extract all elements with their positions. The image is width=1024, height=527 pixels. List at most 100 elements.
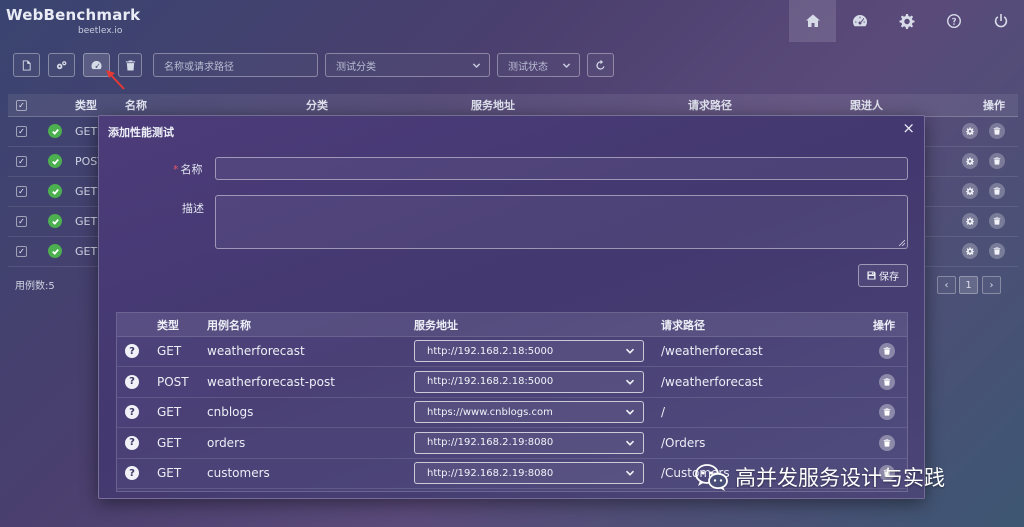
nav-logout-button[interactable] (977, 0, 1024, 42)
gear-icon (966, 217, 974, 225)
close-button[interactable]: × (902, 121, 915, 136)
page-number-button[interactable]: 1 (959, 276, 978, 294)
gear-icon (899, 14, 914, 29)
nav-settings-button[interactable] (883, 0, 930, 42)
row-settings-button[interactable] (962, 123, 978, 139)
add-performance-test-dialog: 添加性能测试 × * 名称 描述 保存 类型 用例名称 服务地址 请求路径 操作 … (98, 115, 925, 499)
name-input[interactable] (215, 157, 908, 180)
status-select[interactable]: 测试状态 (497, 53, 580, 77)
row-type: POST (157, 374, 189, 389)
refresh-button[interactable] (587, 53, 614, 77)
resize-handle-icon[interactable] (899, 240, 905, 246)
settings-group-button[interactable] (48, 53, 75, 77)
row-path: /Orders (661, 435, 706, 450)
category-select[interactable]: 测试分类 (325, 53, 490, 77)
row-type: GET (157, 344, 182, 358)
nav-dashboard-button[interactable] (836, 0, 883, 42)
row-settings-button[interactable] (962, 213, 978, 229)
chevron-down-icon (625, 377, 635, 390)
row-delete-button[interactable] (989, 123, 1005, 139)
prev-page-button[interactable]: ‹ (937, 276, 956, 294)
row-delete-button[interactable] (989, 183, 1005, 199)
row-type: GET (157, 405, 182, 420)
question-circle-icon: ? (125, 344, 139, 358)
row-checkbox[interactable]: ✓ (16, 125, 27, 137)
row-delete-button[interactable] (989, 153, 1005, 169)
save-icon (867, 271, 876, 280)
col-type: 类型 (75, 99, 97, 112)
chevron-down-icon (625, 346, 635, 359)
table-row: ? POST weatherforecast-post http://192.1… (117, 367, 907, 398)
header-nav (789, 0, 1024, 42)
row-remove-button[interactable] (879, 404, 895, 421)
server-value: https://www.cnblogs.com (427, 406, 553, 418)
power-icon (994, 14, 1007, 28)
server-select[interactable]: http://192.168.2.18:5000 (414, 370, 644, 393)
trash-icon (883, 408, 891, 416)
question-circle-icon: ? (125, 405, 139, 420)
row-delete-button[interactable] (989, 243, 1005, 259)
nav-home-button[interactable] (789, 0, 836, 42)
trash-icon (993, 157, 1001, 165)
row-remove-button[interactable] (879, 343, 895, 359)
trash-icon (883, 377, 891, 386)
server-select[interactable]: https://www.cnblogs.com (414, 401, 644, 424)
search-input[interactable]: 名称或请求路径 (153, 53, 318, 77)
col-name: 名称 (125, 99, 147, 112)
col-path: 请求路径 (688, 99, 732, 112)
col-server: 服务地址 (471, 99, 515, 112)
trash-icon (125, 59, 135, 71)
description-textarea[interactable] (215, 195, 908, 249)
select-all-checkbox[interactable]: ✓ (16, 99, 27, 111)
row-case-name: customers (207, 466, 270, 481)
table-header: ✓ 类型 名称 分类 服务地址 请求路径 跟进人 操作 (8, 94, 1018, 117)
annotation-arrow (106, 70, 125, 90)
home-icon (805, 14, 820, 27)
brand-subtitle: beetlex.io (78, 26, 123, 36)
row-checkbox[interactable]: ✓ (16, 155, 27, 167)
server-select[interactable]: http://192.168.2.19:8080 (414, 431, 644, 454)
row-remove-button[interactable] (879, 373, 895, 390)
row-case-name: weatherforecast-post (207, 374, 335, 389)
save-button[interactable]: 保存 (858, 264, 908, 287)
name-label: * 名称 (173, 163, 203, 176)
chevron-right-icon: › (989, 279, 994, 291)
watermark: 高并发服务设计与实践 (693, 462, 945, 492)
cogs-icon (56, 60, 67, 69)
col-server: 服务地址 (414, 318, 458, 332)
row-checkbox[interactable]: ✓ (16, 215, 27, 227)
row-checkbox[interactable]: ✓ (16, 245, 27, 257)
check-circle-icon (48, 214, 62, 228)
col-type: 类型 (157, 318, 179, 332)
row-type: GET (75, 184, 98, 198)
row-type: GET (157, 435, 182, 450)
nav-help-button[interactable] (930, 0, 977, 42)
row-delete-button[interactable] (989, 213, 1005, 229)
row-remove-button[interactable] (879, 434, 895, 451)
help-icon (946, 14, 961, 28)
trash-icon (883, 439, 891, 447)
server-select[interactable]: http://192.168.2.18:5000 (414, 340, 644, 362)
save-label: 保存 (879, 272, 899, 283)
server-value: http://192.168.2.18:5000 (427, 345, 554, 357)
row-path: / (661, 405, 666, 420)
chevron-down-icon (562, 61, 571, 73)
row-settings-button[interactable] (962, 183, 978, 199)
brand[interactable]: WebBenchmark beetlex.io (6, 6, 140, 36)
server-select[interactable]: http://192.168.2.19:8080 (414, 462, 644, 485)
new-test-button[interactable] (13, 53, 40, 77)
trash-icon (993, 127, 1001, 135)
gear-icon (966, 187, 974, 195)
row-case-name: weatherforecast (207, 344, 305, 358)
col-actions: 操作 (873, 318, 895, 332)
col-actions: 操作 (983, 99, 1005, 112)
status-placeholder: 测试状态 (508, 61, 548, 73)
row-settings-button[interactable] (962, 243, 978, 259)
row-settings-button[interactable] (962, 153, 978, 169)
next-page-button[interactable]: › (982, 276, 1001, 294)
category-placeholder: 测试分类 (336, 61, 376, 73)
question-circle-icon: ? (125, 435, 139, 450)
row-path: /weatherforecast (661, 374, 763, 389)
row-checkbox[interactable]: ✓ (16, 185, 27, 197)
chevron-left-icon: ‹ (944, 279, 949, 291)
